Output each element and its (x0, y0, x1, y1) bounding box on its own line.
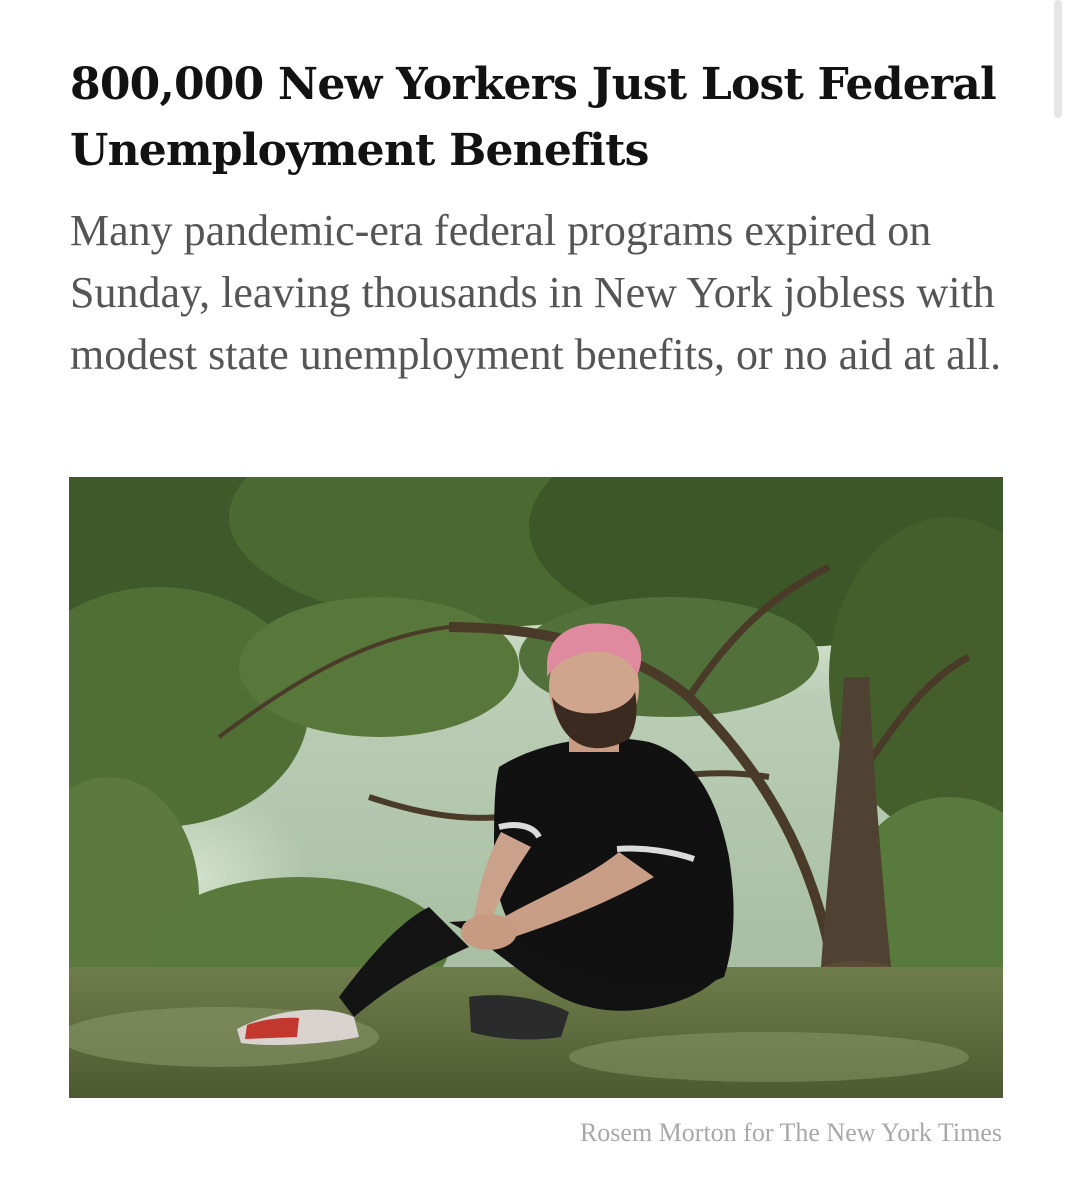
article-headline: 800,000 New Yorkers Just Lost Federal Un… (70, 59, 997, 176)
photo-credit: Rosem Morton for The New York Times (579, 1118, 1002, 1147)
article-photo (69, 477, 1003, 1098)
article-summary: Many pandemic-era federal programs expir… (70, 206, 1002, 379)
scrollbar-thumb[interactable] (1054, 0, 1062, 118)
